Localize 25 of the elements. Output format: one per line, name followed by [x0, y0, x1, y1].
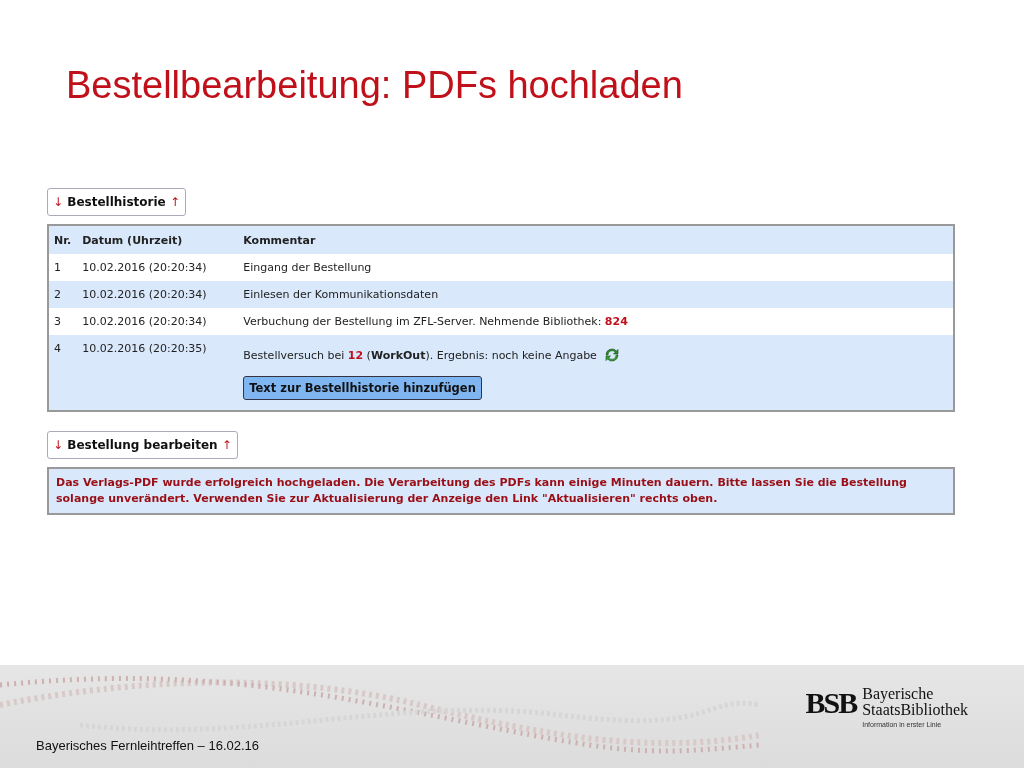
- table-cell: 1: [54, 261, 61, 274]
- table-cell: 10.02.2016 (20:20:35): [82, 342, 207, 355]
- table-cell: 10.02.2016 (20:20:34): [82, 315, 207, 328]
- status-message: Das Verlags-PDF wurde erfolgreich hochgeladen. Die Verarbeitung des PDFs kann einige Minuten dauern. Bitte lassen Sie die Bestellung solange unverändert. Verwenden Sie zur Aktualisierung der Anzeige den Link "Aktualisieren" rechts oben.: [47, 467, 955, 515]
- table-cell: 4: [54, 342, 61, 355]
- table-cell: Einlesen der Kommunikationsdaten: [243, 288, 439, 301]
- column-header: Nr.: [48, 225, 78, 254]
- table-cell: 3: [54, 315, 61, 328]
- refresh-icon[interactable]: [602, 346, 621, 364]
- table-cell: 10.02.2016 (20:20:34): [82, 288, 207, 301]
- table-cell: Bestellversuch bei 12 (WorkOut). Ergebnis: noch keine Angabe: [243, 348, 597, 362]
- logo-mark: BSB: [805, 685, 857, 720]
- table-cell: Eingang der Bestellung: [243, 261, 372, 274]
- section-toggle-button[interactable]: ↓ Bestellung bearbeiten ↑: [47, 431, 238, 459]
- footer-text: Bayerisches Fernleihtreffen – 16.02.16: [36, 738, 260, 753]
- table-cell: 2: [54, 288, 61, 301]
- section-toggle-button[interactable]: ↓ Bestellhistorie ↑: [47, 188, 186, 216]
- column-header: Datum (Uhrzeit): [77, 225, 239, 254]
- logo-text: StaatsBibliothek: [862, 701, 968, 718]
- logo-text: Bayerische: [862, 685, 934, 702]
- add-text-button[interactable]: Text zur Bestellhistorie hinzufügen: [243, 376, 482, 400]
- table-cell: Verbuchung der Bestellung im ZFL-Server. Nehmende Bibliothek: 824: [243, 315, 628, 328]
- slide-title: Bestellbearbeitung: PDFs hochladen: [66, 63, 683, 108]
- table-cell: 10.02.2016 (20:20:34): [82, 261, 207, 274]
- column-header: Kommentar: [238, 225, 954, 254]
